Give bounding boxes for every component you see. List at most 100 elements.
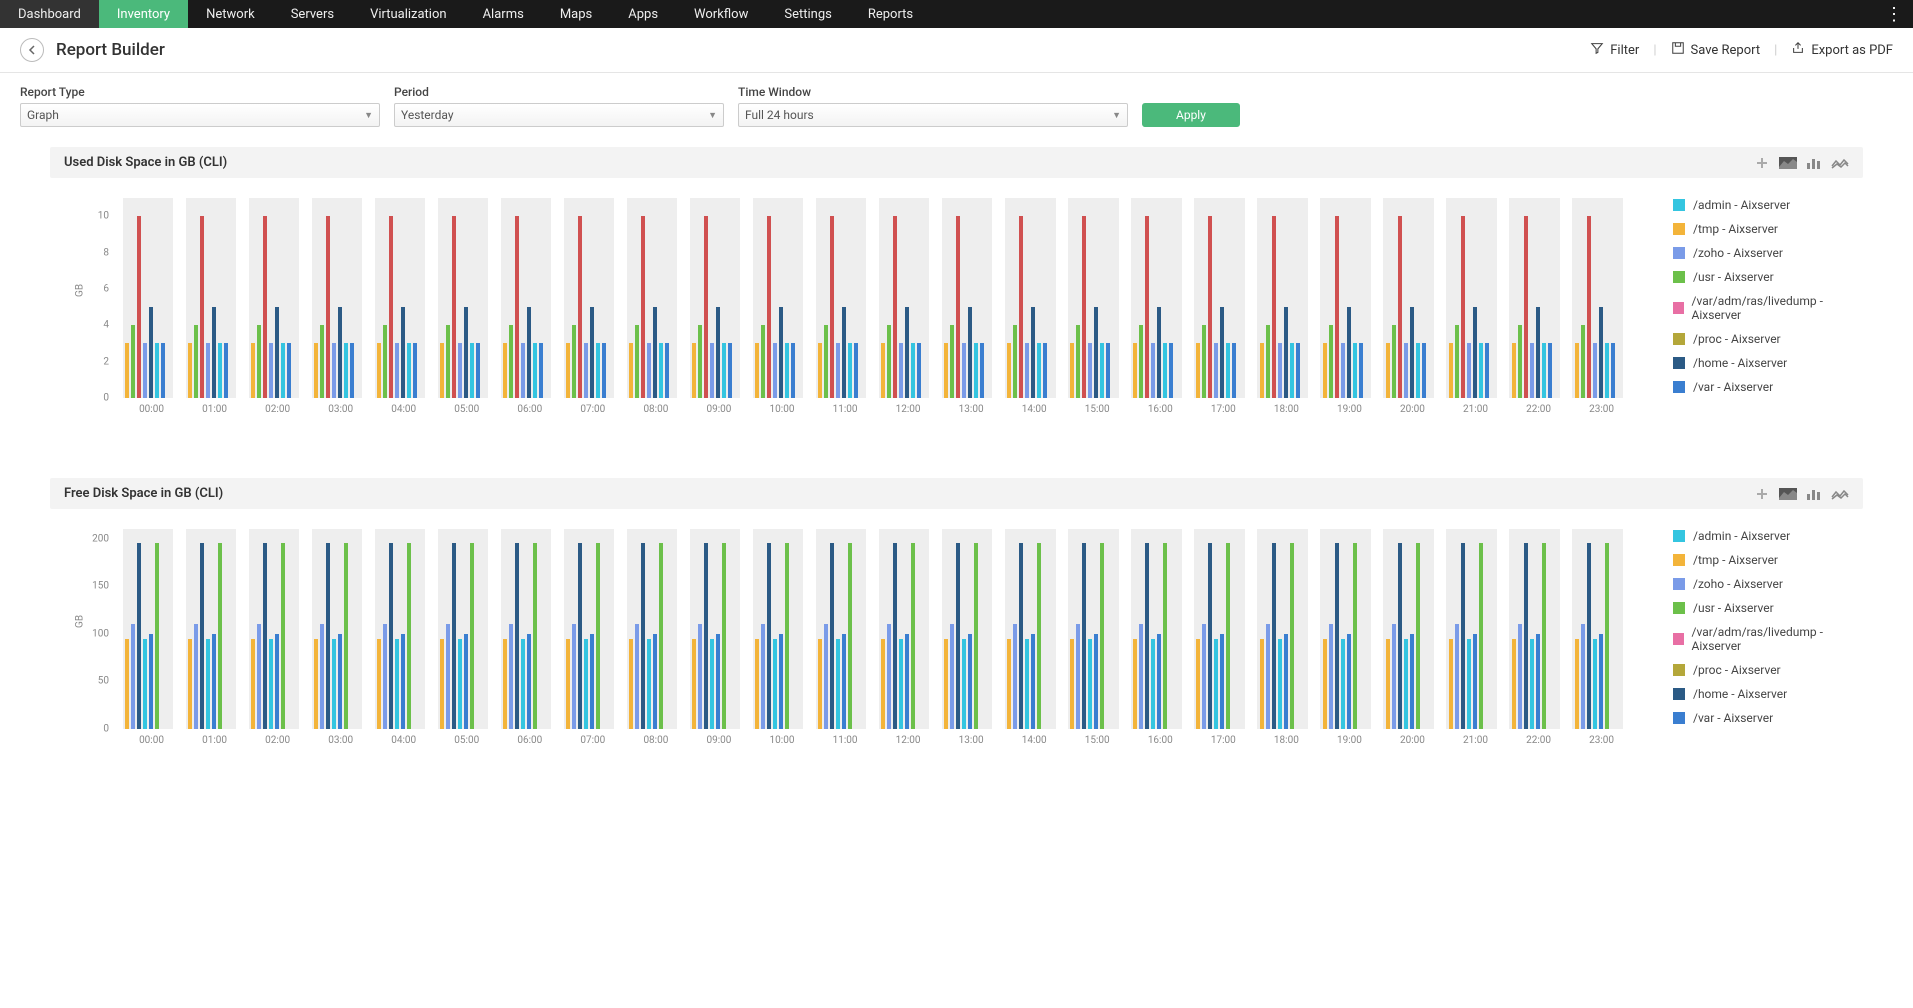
bar[interactable] bbox=[539, 343, 543, 398]
bar[interactable] bbox=[281, 343, 285, 398]
bar[interactable] bbox=[515, 216, 519, 398]
legend-item[interactable]: /tmp - Aixserver bbox=[1673, 222, 1853, 236]
bar[interactable] bbox=[584, 639, 588, 729]
bar[interactable] bbox=[1455, 624, 1459, 729]
bar[interactable] bbox=[1518, 325, 1522, 398]
bar[interactable] bbox=[1359, 343, 1363, 398]
period-select[interactable]: Yesterday ▼ bbox=[394, 103, 724, 127]
bar[interactable] bbox=[527, 307, 531, 398]
bar[interactable] bbox=[1076, 624, 1080, 729]
bar[interactable] bbox=[1013, 325, 1017, 398]
bar[interactable] bbox=[269, 639, 273, 729]
bar[interactable] bbox=[452, 216, 456, 398]
nav-item-maps[interactable]: Maps bbox=[542, 0, 610, 28]
bar[interactable] bbox=[143, 343, 147, 398]
apply-button[interactable]: Apply bbox=[1142, 103, 1240, 127]
bar[interactable] bbox=[1599, 634, 1603, 729]
filter-action[interactable]: Filter bbox=[1590, 41, 1639, 59]
export-pdf-action[interactable]: Export as PDF bbox=[1791, 41, 1893, 59]
bar[interactable] bbox=[818, 343, 822, 398]
bar[interactable] bbox=[1518, 624, 1522, 729]
bar[interactable] bbox=[131, 325, 135, 398]
bar[interactable] bbox=[1094, 634, 1098, 729]
bar[interactable] bbox=[257, 325, 261, 398]
bar[interactable] bbox=[1157, 634, 1161, 729]
bar[interactable] bbox=[893, 543, 897, 729]
bar[interactable] bbox=[149, 634, 153, 729]
bar[interactable] bbox=[1455, 325, 1459, 398]
bar[interactable] bbox=[1220, 634, 1224, 729]
bar[interactable] bbox=[842, 307, 846, 398]
bar[interactable] bbox=[263, 216, 267, 398]
legend-item[interactable]: /admin - Aixserver bbox=[1673, 529, 1853, 543]
bar[interactable] bbox=[1266, 624, 1270, 729]
bar[interactable] bbox=[338, 307, 342, 398]
time-window-select[interactable]: Full 24 hours ▼ bbox=[738, 103, 1128, 127]
nav-item-workflow[interactable]: Workflow bbox=[676, 0, 766, 28]
area-chart-type-icon[interactable] bbox=[1779, 156, 1797, 170]
bar[interactable] bbox=[1536, 307, 1540, 398]
bar[interactable] bbox=[1007, 639, 1011, 729]
bar[interactable] bbox=[1323, 343, 1327, 398]
bar[interactable] bbox=[1070, 639, 1074, 729]
bar[interactable] bbox=[1467, 343, 1471, 398]
bar[interactable] bbox=[1272, 543, 1276, 729]
bar[interactable] bbox=[1329, 624, 1333, 729]
nav-item-network[interactable]: Network bbox=[188, 0, 273, 28]
bar[interactable] bbox=[1587, 543, 1591, 729]
bar[interactable] bbox=[1025, 639, 1029, 729]
bar[interactable] bbox=[836, 343, 840, 398]
nav-item-apps[interactable]: Apps bbox=[610, 0, 676, 28]
bar[interactable] bbox=[1163, 343, 1167, 398]
bar[interactable] bbox=[629, 343, 633, 398]
bar[interactable] bbox=[944, 639, 948, 729]
bar[interactable] bbox=[407, 543, 411, 729]
bar[interactable] bbox=[332, 343, 336, 398]
bar[interactable] bbox=[1347, 307, 1351, 398]
bar[interactable] bbox=[785, 543, 789, 729]
bar[interactable] bbox=[338, 634, 342, 729]
bar[interactable] bbox=[275, 634, 279, 729]
bar[interactable] bbox=[1461, 216, 1465, 398]
bar[interactable] bbox=[1037, 343, 1041, 398]
bar[interactable] bbox=[1260, 639, 1264, 729]
bar[interactable] bbox=[1272, 216, 1276, 398]
bar[interactable] bbox=[188, 639, 192, 729]
bar[interactable] bbox=[917, 343, 921, 398]
bar[interactable] bbox=[1581, 624, 1585, 729]
bar[interactable] bbox=[188, 343, 192, 398]
bar[interactable] bbox=[698, 325, 702, 398]
bar[interactable] bbox=[1479, 543, 1483, 729]
bar[interactable] bbox=[149, 307, 153, 398]
bar[interactable] bbox=[1347, 634, 1351, 729]
bar[interactable] bbox=[1542, 343, 1546, 398]
bar[interactable] bbox=[791, 343, 795, 398]
bar[interactable] bbox=[1226, 543, 1230, 729]
bar[interactable] bbox=[1473, 634, 1477, 729]
bar[interactable] bbox=[1392, 325, 1396, 398]
bar[interactable] bbox=[314, 343, 318, 398]
legend-item[interactable]: /usr - Aixserver bbox=[1673, 270, 1853, 284]
bar[interactable] bbox=[1100, 343, 1104, 398]
bar-chart-type-icon[interactable] bbox=[1805, 487, 1823, 501]
legend-item[interactable]: /zoho - Aixserver bbox=[1673, 577, 1853, 591]
bar[interactable] bbox=[881, 343, 885, 398]
bar[interactable] bbox=[1133, 343, 1137, 398]
bar[interactable] bbox=[1536, 634, 1540, 729]
bar[interactable] bbox=[716, 307, 720, 398]
bar[interactable] bbox=[440, 343, 444, 398]
bar[interactable] bbox=[1542, 543, 1546, 729]
bar[interactable] bbox=[1088, 639, 1092, 729]
bar[interactable] bbox=[566, 639, 570, 729]
bar[interactable] bbox=[464, 307, 468, 398]
bar[interactable] bbox=[1019, 216, 1023, 398]
bar[interactable] bbox=[1410, 634, 1414, 729]
bar[interactable] bbox=[1019, 543, 1023, 729]
bar[interactable] bbox=[1416, 343, 1420, 398]
bar[interactable] bbox=[578, 543, 582, 729]
bar[interactable] bbox=[1323, 639, 1327, 729]
bar[interactable] bbox=[1133, 639, 1137, 729]
bar[interactable] bbox=[452, 543, 456, 729]
bar[interactable] bbox=[1530, 343, 1534, 398]
bar[interactable] bbox=[1278, 639, 1282, 729]
